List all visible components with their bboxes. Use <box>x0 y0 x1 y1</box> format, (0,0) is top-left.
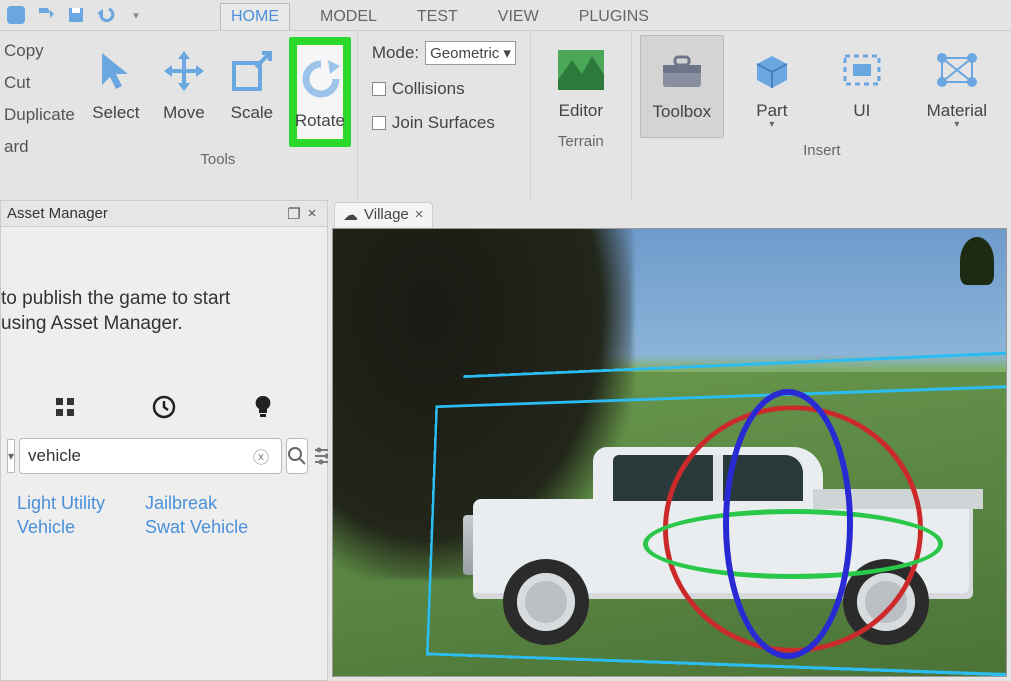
join-surfaces-label: Join Surfaces <box>392 113 495 133</box>
ribbon: Copy Cut Duplicate ard Select Move <box>0 30 1011 200</box>
chevron-down-icon: ▾ <box>954 119 959 130</box>
terrain-group-label: Terrain <box>558 133 604 150</box>
close-tab-icon[interactable]: × <box>415 206 424 223</box>
search-results: Light Utility Vehicle Jailbreak Swat Veh… <box>1 484 327 547</box>
move-button[interactable]: Move <box>153 37 215 147</box>
ui-label: UI <box>853 101 870 121</box>
insert-group-label: Insert <box>803 142 841 159</box>
viewport-area: ☁ Village × <box>328 200 1011 681</box>
viewport-tabs: ☁ Village × <box>328 200 1011 228</box>
search-box: ⓧ <box>19 438 282 474</box>
rotate-button[interactable]: Rotate <box>289 37 351 147</box>
asset-toolbar <box>1 386 327 428</box>
category-dropdown[interactable]: ▾ <box>7 439 15 473</box>
result-link[interactable]: Vehicle <box>17 516 105 539</box>
material-icon <box>934 49 980 91</box>
search-input[interactable] <box>28 446 249 466</box>
viewport-tab-label: Village <box>364 206 409 223</box>
insert-group: Toolbox Part ▾ UI Material ▾ <box>632 31 1011 200</box>
cursor-icon <box>94 49 138 93</box>
toolbox-button[interactable]: Toolbox <box>640 35 724 138</box>
viewport-tab[interactable]: ☁ Village × <box>334 202 433 227</box>
3d-viewport[interactable] <box>332 228 1007 677</box>
rotate-label: Rotate <box>295 111 345 131</box>
copy-button[interactable]: Copy <box>4 39 75 63</box>
idea-icon[interactable] <box>248 392 278 422</box>
tab-home[interactable]: HOME <box>220 3 290 30</box>
cloud-icon: ☁ <box>343 206 358 224</box>
result-link[interactable]: Swat Vehicle <box>145 516 248 539</box>
terrain-editor-icon <box>558 49 604 91</box>
tools-group-label: Tools <box>200 151 235 168</box>
recent-icon[interactable] <box>149 392 179 422</box>
result-link[interactable]: Light Utility <box>17 492 105 515</box>
panel-header: Asset Manager ❐ × <box>1 201 327 227</box>
tools-group: Select Move Scale Rotate Tools <box>79 31 358 200</box>
asset-manager-message: to publish the game to start using Asset… <box>1 227 327 366</box>
ui-icon <box>839 49 885 91</box>
export-icon[interactable] <box>34 3 58 27</box>
scale-icon <box>230 49 274 93</box>
material-button[interactable]: Material ▾ <box>910 35 1004 138</box>
search-button[interactable] <box>286 438 308 474</box>
undo-icon[interactable] <box>94 3 118 27</box>
move-label: Move <box>163 103 205 123</box>
ui-button[interactable]: UI <box>820 35 904 138</box>
collisions-label: Collisions <box>392 79 465 99</box>
clipboard-extra[interactable]: ard <box>4 135 75 159</box>
editor-button[interactable]: Editor <box>539 35 623 129</box>
material-label: Material <box>927 101 987 121</box>
save-icon[interactable] <box>64 3 88 27</box>
asset-manager-panel: Asset Manager ❐ × to publish the game to… <box>0 200 328 681</box>
duplicate-button[interactable]: Duplicate <box>4 103 75 127</box>
result-link[interactable]: Jailbreak <box>145 492 248 515</box>
toolbox-icon <box>659 50 705 92</box>
close-icon[interactable]: × <box>303 205 321 222</box>
popout-icon[interactable]: ❐ <box>285 205 303 223</box>
clear-search-icon[interactable]: ⓧ <box>249 444 273 468</box>
search-row: ▾ ⓧ <box>1 428 327 484</box>
clipboard-group: Copy Cut Duplicate ard <box>0 31 79 200</box>
tab-plugins[interactable]: PLUGINS <box>569 4 659 30</box>
tab-test[interactable]: TEST <box>407 4 468 30</box>
part-button[interactable]: Part ▾ <box>730 35 814 138</box>
mode-dropdown[interactable]: Geometric ▾ <box>425 41 516 65</box>
toolbox-label: Toolbox <box>653 102 712 122</box>
chevron-down-icon: ▾ <box>769 119 774 130</box>
scene-tree-far <box>960 237 994 285</box>
rotate-gizmo[interactable] <box>663 399 923 659</box>
collisions-checkbox[interactable] <box>372 82 386 96</box>
mode-label: Mode: <box>372 43 419 63</box>
join-surfaces-checkbox[interactable] <box>372 116 386 130</box>
select-label: Select <box>92 103 139 123</box>
select-button[interactable]: Select <box>85 37 147 147</box>
qat-dropdown-icon[interactable]: ▾ <box>124 3 148 27</box>
mode-value: Geometric <box>430 45 499 62</box>
scale-button[interactable]: Scale <box>221 37 283 147</box>
part-icon <box>749 49 795 91</box>
rotate-icon <box>298 57 342 101</box>
part-label: Part <box>756 101 787 121</box>
tab-model[interactable]: MODEL <box>310 4 387 30</box>
terrain-group: Editor Terrain <box>531 31 632 200</box>
mode-group: Mode: Geometric ▾ Collisions Join Surfac… <box>358 31 531 200</box>
tab-view[interactable]: VIEW <box>488 4 549 30</box>
editor-label: Editor <box>559 101 603 121</box>
asset-msg-line2: using Asset Manager. <box>1 312 315 337</box>
gizmo-ring-z[interactable] <box>723 389 853 659</box>
menu-tabs: HOME MODEL TEST VIEW PLUGINS <box>220 0 659 30</box>
move-icon <box>162 49 206 93</box>
chevron-down-icon: ▾ <box>503 44 511 62</box>
cut-button[interactable]: Cut <box>4 71 75 95</box>
asset-msg-line1: to publish the game to start <box>1 287 315 312</box>
app-icon <box>4 3 28 27</box>
panel-title: Asset Manager <box>7 205 108 222</box>
scale-label: Scale <box>231 103 274 123</box>
grid-view-icon[interactable] <box>50 392 80 422</box>
